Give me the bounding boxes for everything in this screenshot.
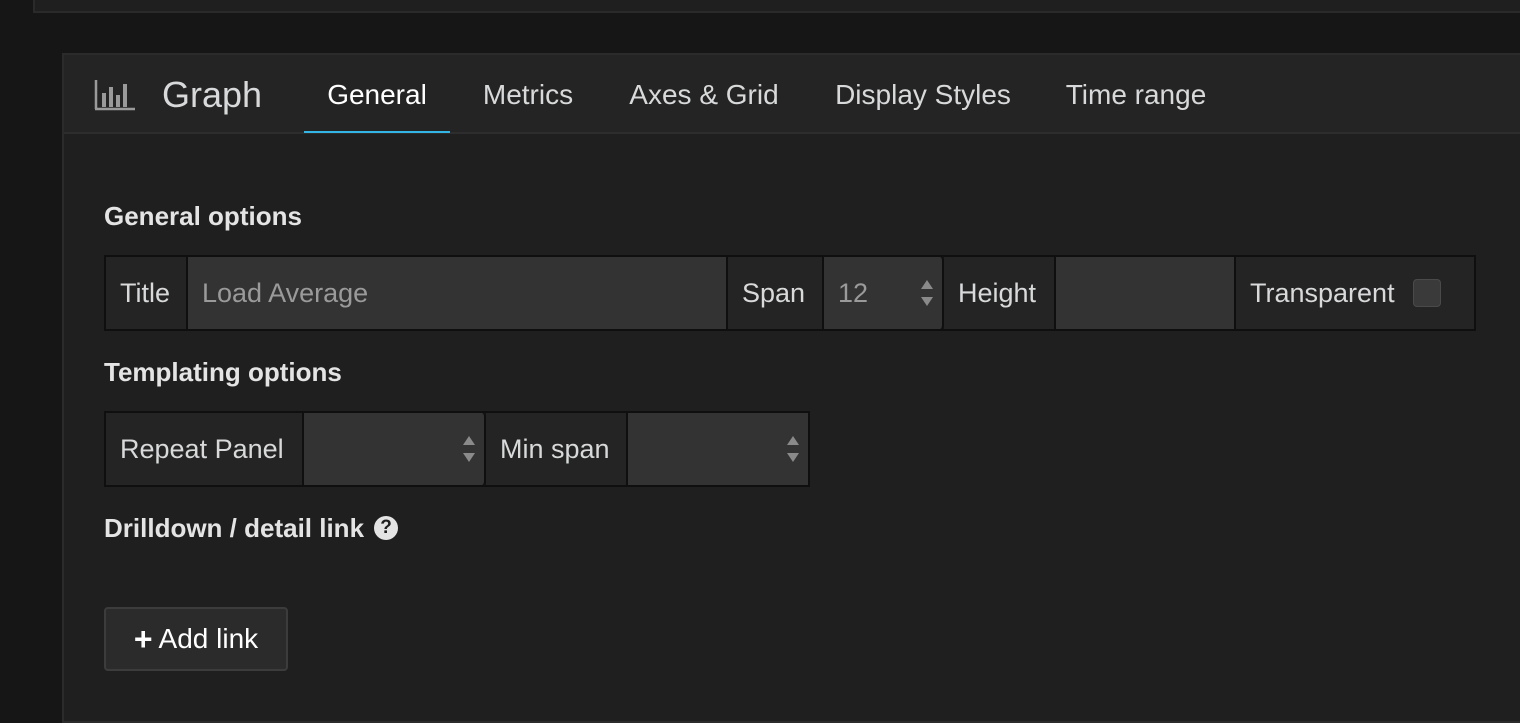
templating-options-heading: Templating options: [104, 357, 342, 387]
span-label: Span: [728, 257, 824, 329]
editor-tab-bar: Graph General Metrics Axes & Grid Displa…: [64, 55, 1520, 134]
general-options-heading: General options: [104, 201, 302, 231]
spinner-arrows-icon: [462, 436, 476, 462]
title-label: Title: [106, 257, 188, 329]
spinner-arrows-icon: [786, 436, 800, 462]
general-options-row: Title Load Average Span 12 Height Transp…: [104, 255, 1476, 331]
panel-editor: Graph General Metrics Axes & Grid Displa…: [62, 53, 1520, 723]
transparent-checkbox[interactable]: [1412, 279, 1441, 307]
drilldown-heading-row: Drilldown / detail link?: [104, 513, 399, 544]
panel-type-header: Graph: [94, 55, 262, 134]
bar-chart-icon: [94, 75, 138, 115]
transparent-field: Transparent: [1236, 257, 1474, 329]
templating-options-row: Repeat Panel Min span: [104, 411, 810, 487]
min-span-label: Min span: [486, 413, 628, 485]
span-value: 12: [838, 277, 869, 308]
repeat-panel-label: Repeat Panel: [106, 413, 304, 485]
drilldown-heading: Drilldown / detail link: [104, 513, 365, 543]
question-circle-icon[interactable]: ?: [374, 516, 399, 541]
active-tab-indicator: [304, 131, 450, 133]
min-span-select[interactable]: [628, 413, 808, 485]
add-link-button[interactable]: + Add link: [104, 607, 288, 671]
title-input[interactable]: Load Average: [188, 257, 728, 329]
top-panel-edge: [33, 0, 1520, 13]
transparent-label: Transparent: [1250, 277, 1395, 308]
tab-axes-grid[interactable]: Axes & Grid: [619, 55, 789, 134]
height-input[interactable]: [1056, 257, 1236, 329]
tab-display-styles[interactable]: Display Styles: [824, 55, 1022, 134]
tab-time-range[interactable]: Time range: [1054, 55, 1218, 134]
height-label: Height: [944, 257, 1056, 329]
panel-type-label: Graph: [162, 73, 263, 115]
tab-metrics[interactable]: Metrics: [468, 55, 588, 134]
repeat-panel-select[interactable]: [304, 413, 486, 485]
span-select[interactable]: 12: [824, 257, 944, 329]
add-link-label: Add link: [158, 623, 259, 654]
tab-general[interactable]: General: [304, 55, 450, 134]
plus-icon: +: [133, 621, 153, 657]
spinner-arrows-icon: [920, 280, 934, 306]
